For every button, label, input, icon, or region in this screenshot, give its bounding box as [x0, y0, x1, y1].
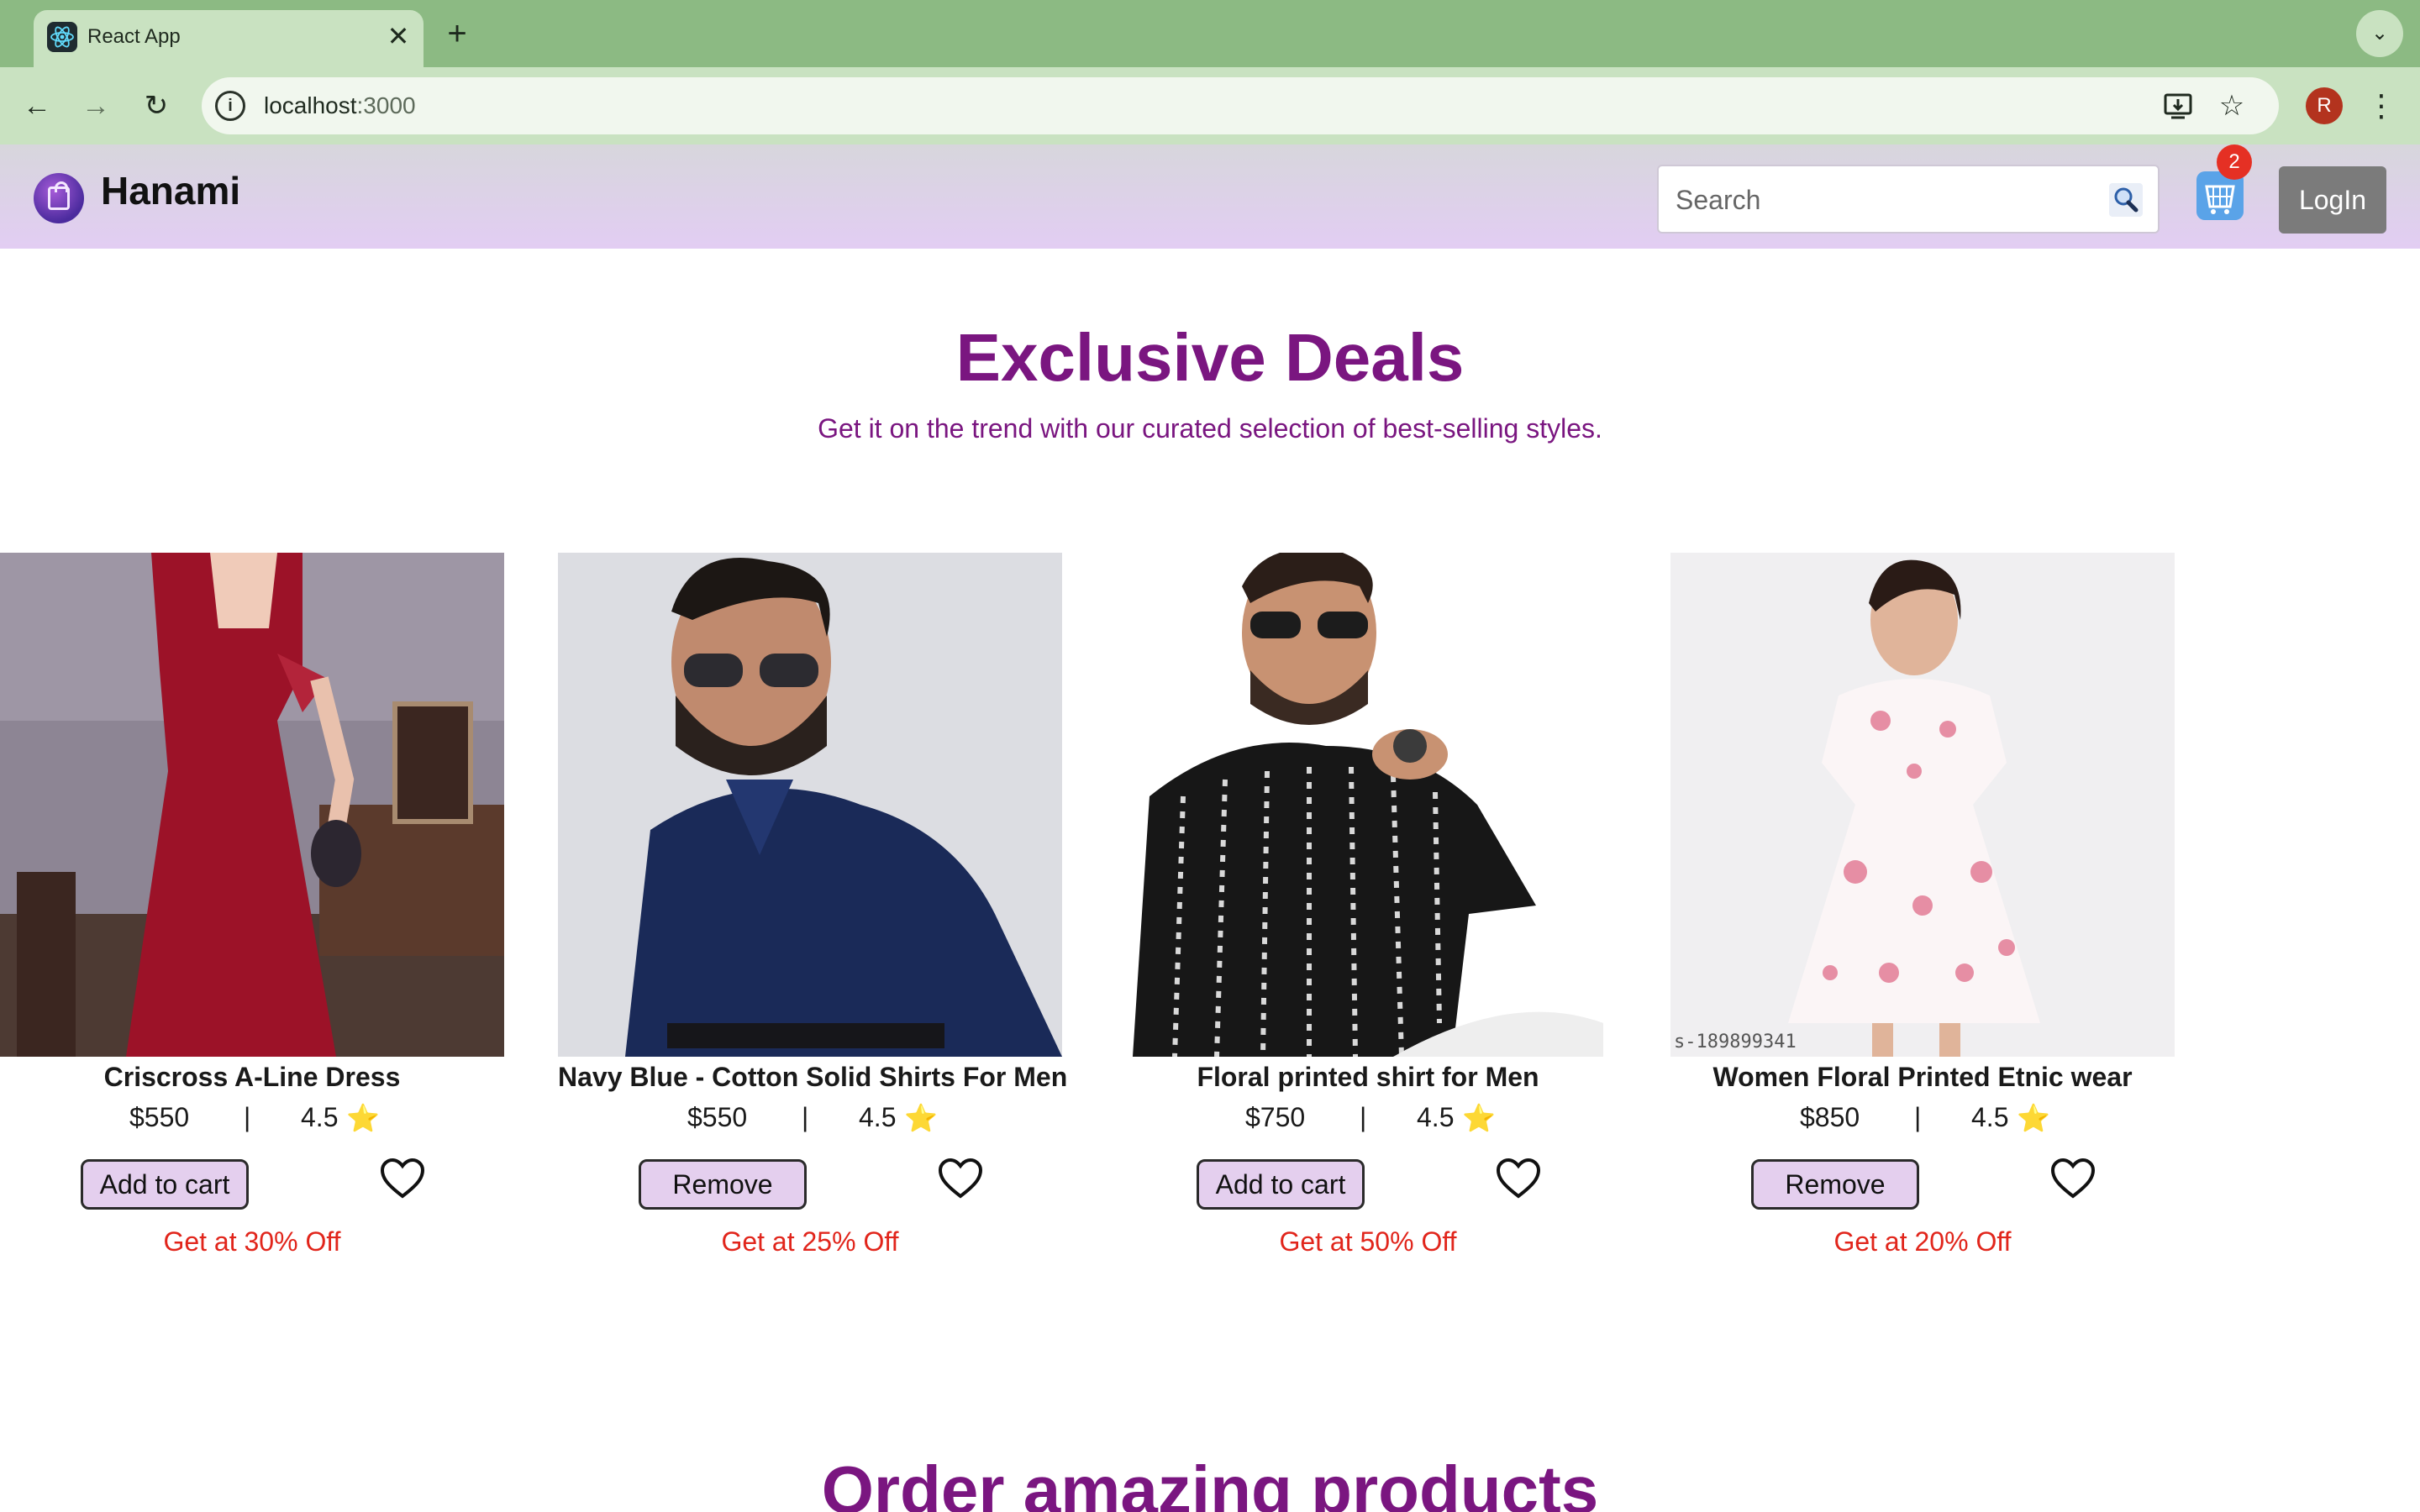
- heart-icon[interactable]: [938, 1158, 983, 1200]
- profile-avatar[interactable]: R: [2306, 87, 2343, 124]
- offer-text: Get at 25% Off: [721, 1226, 899, 1257]
- product-rating: 4.5: [1417, 1102, 1455, 1132]
- meta-separator: |: [1360, 1102, 1367, 1132]
- product-price: $750: [1245, 1102, 1306, 1132]
- app-root: React App ✕ + ⌄ ← → ↻ i localhost:3000 ☆…: [0, 0, 2420, 1512]
- heart-icon[interactable]: [2050, 1158, 2096, 1200]
- url-text[interactable]: localhost:3000: [264, 92, 416, 119]
- url-port: :3000: [356, 92, 416, 118]
- react-favicon-icon: [47, 22, 77, 52]
- product-image[interactable]: s-189899341: [1670, 553, 2175, 1057]
- product-image[interactable]: [1116, 553, 1620, 1057]
- product-image[interactable]: [558, 553, 1062, 1057]
- product-card: Floral printed shirt for Men $750 | 4.5 …: [1116, 553, 1674, 1275]
- browser-menu-icon[interactable]: ⋮: [2365, 84, 2398, 128]
- section-title: Exclusive Deals: [955, 320, 1465, 395]
- search-input[interactable]: [1676, 183, 2079, 217]
- product-meta: $550 | 4.5 ⭐: [0, 1102, 504, 1136]
- product-card: Navy Blue - Cotton Solid Shirts For Men …: [558, 553, 1116, 1275]
- remove-button[interactable]: Remove: [639, 1159, 807, 1210]
- next-section-title: Order amazing products: [821, 1452, 1599, 1512]
- product-name[interactable]: Criscross A-Line Dress: [0, 1062, 504, 1093]
- bookmark-star-icon[interactable]: ☆: [2215, 89, 2249, 123]
- site-header: Hanami 2 LogIn: [0, 144, 2420, 249]
- product-meta: $850 | 4.5 ⭐: [1670, 1102, 2175, 1136]
- product-price: $550: [687, 1102, 748, 1132]
- browser-toolbar: ← → ↻ i localhost:3000 ☆ R ⋮: [0, 67, 2420, 144]
- site-info-icon[interactable]: i: [215, 91, 245, 121]
- tab-title: React App: [87, 25, 181, 48]
- product-card: s-189899341 Women Floral Printed Etnic w…: [1670, 553, 2228, 1275]
- brand-name[interactable]: Hanami: [101, 168, 240, 213]
- product-name[interactable]: Women Floral Printed Etnic wear: [1670, 1062, 2175, 1093]
- tab-close-icon[interactable]: ✕: [383, 22, 413, 52]
- add-to-cart-button[interactable]: Add to cart: [1197, 1159, 1365, 1210]
- install-app-icon[interactable]: [2161, 89, 2195, 123]
- product-card: Criscross A-Line Dress $550 | 4.5 ⭐ Add …: [0, 553, 558, 1275]
- offer-text: Get at 30% Off: [163, 1226, 341, 1257]
- product-rating: 4.5: [1971, 1102, 2009, 1132]
- tab-search-chevron-icon[interactable]: ⌄: [2356, 10, 2403, 57]
- product-meta: $550 | 4.5 ⭐: [558, 1102, 1062, 1136]
- remove-button[interactable]: Remove: [1751, 1159, 1919, 1210]
- star-icon: ⭐: [346, 1103, 380, 1133]
- meta-separator: |: [1914, 1102, 1922, 1132]
- meta-separator: |: [244, 1102, 251, 1132]
- star-icon: ⭐: [1462, 1103, 1496, 1133]
- search-box[interactable]: [1657, 165, 2160, 234]
- product-name[interactable]: Navy Blue - Cotton Solid Shirts For Men: [558, 1062, 1067, 1093]
- cart-count-badge: 2: [2217, 144, 2252, 180]
- browser-tabstrip: React App ✕ + ⌄: [0, 0, 2420, 67]
- product-price: $550: [129, 1102, 190, 1132]
- search-icon[interactable]: [2109, 183, 2143, 217]
- new-tab-button[interactable]: +: [437, 15, 477, 55]
- product-image[interactable]: [0, 553, 504, 1057]
- browser-tab[interactable]: React App ✕: [34, 10, 424, 67]
- product-price: $850: [1800, 1102, 1860, 1132]
- address-bar[interactable]: i localhost:3000 ☆: [202, 77, 2279, 134]
- add-to-cart-button[interactable]: Add to cart: [81, 1159, 249, 1210]
- url-host: localhost: [264, 92, 357, 118]
- login-button[interactable]: LogIn: [2279, 166, 2386, 234]
- star-icon: ⭐: [904, 1103, 938, 1133]
- section-subtitle: Get it on the trend with our curated sel…: [818, 413, 1602, 444]
- offer-text: Get at 50% Off: [1279, 1226, 1457, 1257]
- shopping-bag-logo-icon[interactable]: [34, 173, 84, 223]
- product-meta: $750 | 4.5 ⭐: [1116, 1102, 1620, 1136]
- product-rating: 4.5: [859, 1102, 897, 1132]
- meta-separator: |: [802, 1102, 809, 1132]
- star-icon: ⭐: [2017, 1103, 2050, 1133]
- product-rating: 4.5: [301, 1102, 339, 1132]
- heart-icon[interactable]: [380, 1158, 425, 1200]
- forward-arrow-icon[interactable]: →: [74, 84, 118, 128]
- offer-text: Get at 20% Off: [1833, 1226, 2012, 1257]
- heart-icon[interactable]: [1496, 1158, 1541, 1200]
- reload-icon[interactable]: ↻: [134, 84, 178, 128]
- image-watermark-text: s-189899341: [1674, 1032, 1797, 1053]
- product-name[interactable]: Floral printed shirt for Men: [1116, 1062, 1620, 1093]
- back-arrow-icon[interactable]: ←: [15, 84, 59, 128]
